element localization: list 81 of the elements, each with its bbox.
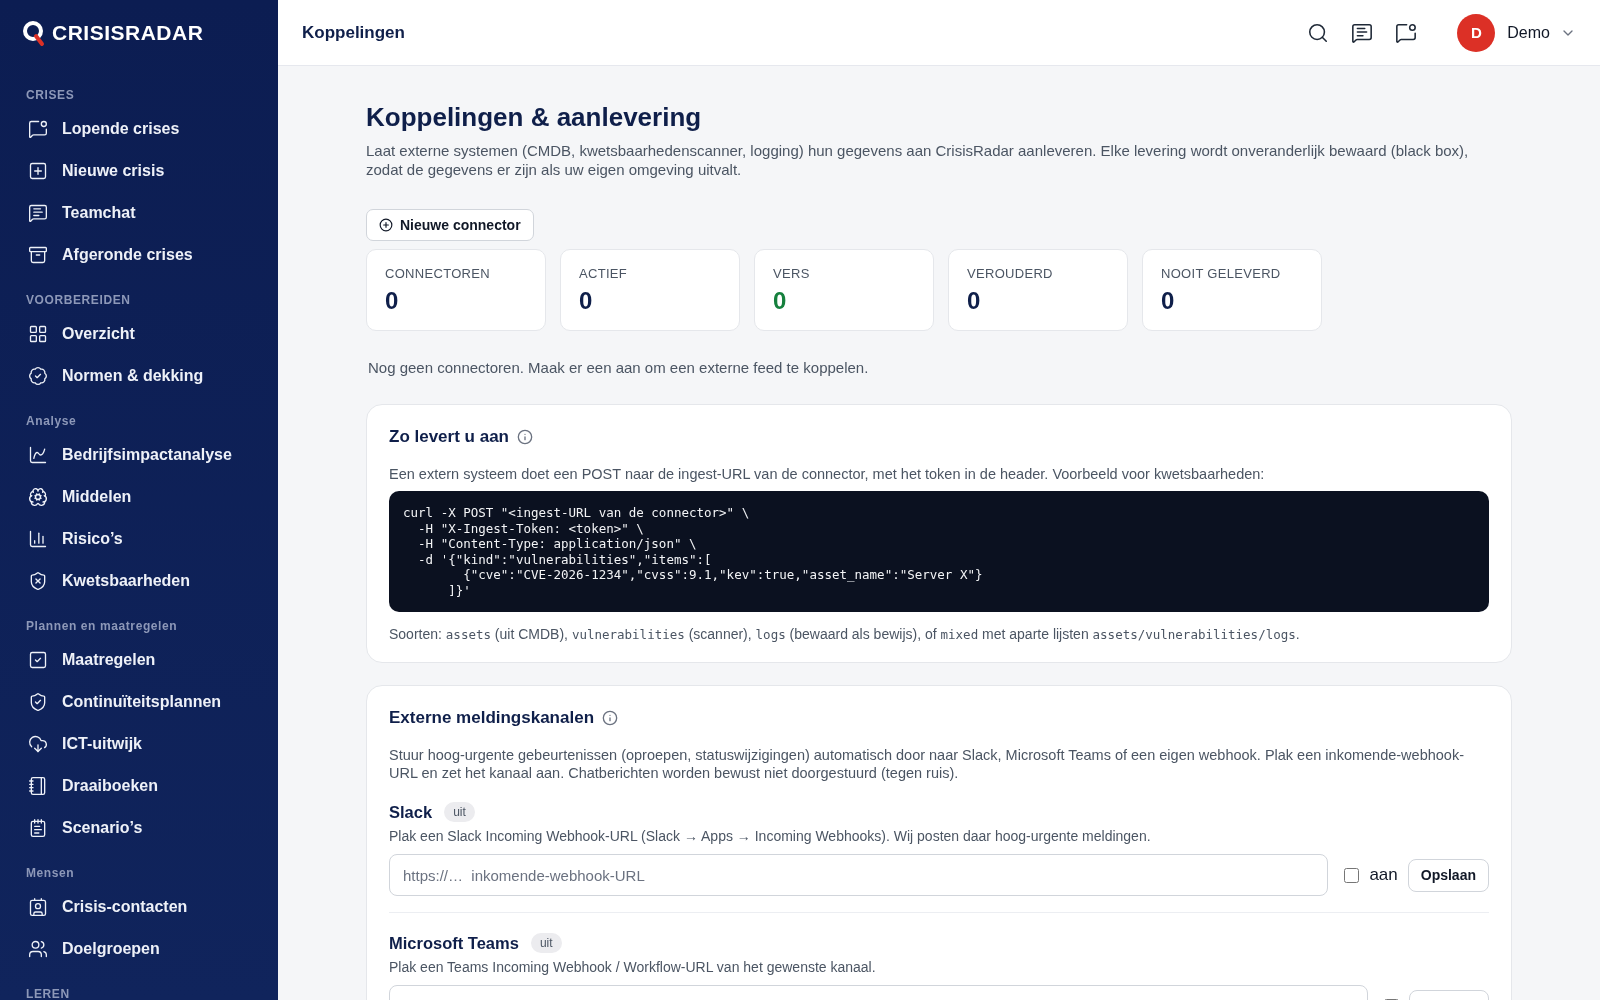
checkbox-label: aan [1369, 865, 1398, 885]
new-connector-button[interactable]: Nieuwe connector [366, 209, 534, 241]
message-dot-icon [28, 119, 48, 139]
sidebar-item[interactable]: Lopende crises [0, 108, 278, 150]
stat-label: CONNECTOREN [385, 266, 491, 281]
shield-x-icon [28, 571, 48, 591]
page-header-title: Koppelingen [302, 22, 406, 43]
sidebar-section-label: Mensen [25, 866, 76, 880]
stat-value: 0 [967, 287, 982, 315]
card-title: Zo levert u aan [389, 427, 509, 447]
user-avatar[interactable]: D [1457, 13, 1496, 52]
check-square-icon [28, 650, 48, 670]
sidebar-item[interactable]: Afgeronde crises [0, 234, 278, 276]
stat-value: 0 [579, 287, 594, 315]
sidebar-item[interactable]: Crisis-contacten [0, 886, 278, 928]
status-badge: uit [444, 802, 475, 822]
bar-chart-icon [28, 529, 48, 549]
sidebar-item[interactable]: Scenario’s [0, 807, 278, 849]
channel-description: Plak een Slack Incoming Webhook-URL (Slack → Apps → Incoming Webhooks). Wij posten daar hoog-urgente meldingen. [389, 828, 1152, 844]
stat-label: VERS [773, 266, 811, 281]
sidebar-item[interactable]: Normen & dekking [0, 355, 278, 397]
search-icon [1307, 21, 1330, 44]
sidebar-item[interactable]: Doelgroepen [0, 928, 278, 970]
channel-description: Plak een Teams Incoming Webhook / Workflow-URL van het gewenste kanaal. [389, 959, 877, 975]
plus-square-icon [28, 161, 48, 181]
sidebar-section-label: LEREN [25, 987, 71, 1000]
card-title: Externe meldingskanalen [389, 708, 595, 728]
grid-icon [28, 324, 48, 344]
channel-name: Slack [389, 802, 433, 822]
sidebar-section-label: CRISES [25, 88, 76, 102]
sidebar-item[interactable]: Bedrijfsimpactanalyse [0, 434, 278, 476]
page-title: Koppelingen & aanlevering [366, 102, 703, 133]
empty-message: Nog geen connectoren. Maak er een aan om een externe feed te koppelen. [368, 359, 870, 376]
stat-value: 0 [773, 287, 788, 315]
kinds-note: Soorten: assets (uit CMDB), vulnerabilities (scanner), logs (bewaard als bewijs), of mixed met aparte lijsten assets/vulnerabilities/logs. [389, 626, 1301, 642]
logo-text: CRISISRADAR [52, 21, 204, 45]
shield-check-icon [28, 692, 48, 712]
badge-check-icon [28, 366, 48, 386]
stat-value: 0 [1161, 287, 1176, 315]
archive-icon [28, 245, 48, 265]
message-icon [1351, 21, 1374, 44]
message-text-icon [28, 203, 48, 223]
users-icon [28, 939, 48, 959]
sidebar-item[interactable]: Risico’s [0, 518, 278, 560]
sidebar-item[interactable]: Teamchat [0, 192, 278, 234]
contact-icon [28, 897, 48, 917]
card-intro: Stuur hoog-urgente gebeurtenissen (oproepen, statuswijzigingen) automatisch door naar Slack, Microsoft Teams of een eigen webhook. Plak een inkomende-webhook-URL en zet het kanaal aan. Chatberichten worden bewust niet doorgestuurd (tegen ruis). [389, 746, 1465, 782]
webhook-url-field[interactable]: https://… inkomende-webhook-URL [389, 854, 1329, 896]
notepad-icon [28, 818, 48, 838]
stat-label: NOOIT GELEVERD [1161, 266, 1282, 281]
sidebar-item[interactable]: Kwetsbaarheden [0, 560, 278, 602]
chart-icon [28, 445, 48, 465]
sidebar-section-label: Analyse [25, 414, 78, 428]
page-description: Laat externe systemen (CMDB, kwetsbaarhedenscanner, logging) hun gegevens aan CrisisRadar aanleveren. Elke levering wordt onveranderlijk bewaard (black box), zodat de gegevens er zijn als uw eigen omgeving uitvalt. [366, 141, 1470, 179]
cog-icon [28, 487, 48, 507]
sidebar-item[interactable]: Maatregelen [0, 639, 278, 681]
plus-icon [379, 218, 393, 232]
save-button[interactable]: Opslaan [1407, 858, 1489, 892]
user-name[interactable]: Demo [1507, 23, 1550, 42]
channel-name: Microsoft Teams [389, 933, 519, 953]
card-intro: Een extern systeem doet een POST naar de ingest-URL van de connector, met het token in de header. Voorbeeld voor kwetsbaarheden: [389, 465, 1266, 483]
sidebar-item[interactable]: Overzicht [0, 313, 278, 355]
sidebar-item[interactable]: ICT-uitwijk [0, 723, 278, 765]
message-dot-icon [1395, 21, 1418, 44]
stat-label: VEROUDERD [967, 266, 1054, 281]
notebook-icon [28, 776, 48, 796]
stat-value: 0 [385, 287, 400, 315]
sidebar-item[interactable]: Middelen [0, 476, 278, 518]
sidebar-item[interactable]: Nieuwe crisis [0, 150, 278, 192]
info-icon[interactable] [517, 429, 533, 445]
cloud-icon [28, 734, 48, 754]
sidebar-section-label: VOORBEREIDEN [25, 293, 132, 307]
sidebar-item[interactable]: Draaiboeken [0, 765, 278, 807]
logo-icon [22, 19, 46, 47]
info-icon[interactable] [602, 710, 619, 726]
code-block: curl -X POST "<ingest-URL van de connector>" \ -H "X-Ingest-Token: <token>" \ -H "Content-Type: application/json" \ -d '{"kind":"vulnerabilities","items":[ {"cve":"CVE-2026-1234","cvss":9.1,"kev":true,"asset_name":"Server X"} ]}' [389, 491, 1489, 612]
status-badge: uit [530, 933, 562, 953]
stat-label: ACTIEF [579, 266, 629, 281]
sidebar-item[interactable]: Continuïteitsplannen [0, 681, 278, 723]
sidebar-section-label: Plannen en maatregelen [25, 619, 179, 633]
enable-checkbox[interactable] [1344, 867, 1360, 883]
